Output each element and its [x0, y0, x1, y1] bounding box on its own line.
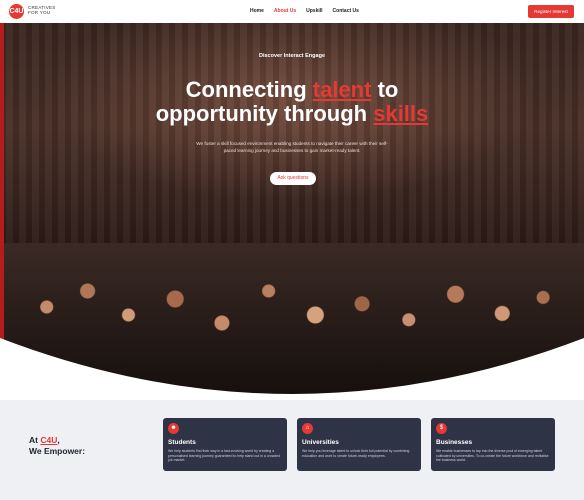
- main-menu: Home About Us Upskill Contact Us: [250, 8, 369, 14]
- card-description: We help students find their way in a fas…: [168, 449, 281, 463]
- register-interest-button[interactable]: Register Interest: [528, 5, 574, 18]
- card-students[interactable]: ☻ Students We help students find their w…: [163, 418, 287, 471]
- empower-title-brand: C4U: [40, 435, 58, 445]
- nav-upskill[interactable]: Upskill: [306, 8, 322, 14]
- headline-part-2: to: [371, 77, 399, 102]
- nav-about-us[interactable]: About Us: [274, 8, 296, 14]
- business-icon: $: [436, 423, 447, 434]
- student-icon: ☻: [168, 423, 179, 434]
- logo-line-2: FOR YOU: [28, 10, 51, 16]
- card-businesses[interactable]: $ Businesses We enable businesses to tap…: [431, 418, 555, 471]
- headline-part-1: Connecting: [185, 77, 313, 102]
- logo-icon[interactable]: C4U: [9, 4, 24, 19]
- headline-skills: skills: [373, 101, 429, 126]
- card-title: Universities: [302, 439, 339, 446]
- empower-title-line-2: We Empower:: [29, 446, 86, 456]
- nav-contact-us[interactable]: Contact Us: [333, 8, 359, 14]
- card-description: We enable businesses to tap into the div…: [436, 449, 549, 463]
- card-description: We help you leverage talent to unlock th…: [302, 449, 410, 458]
- hero-tagline: Discover Interact Engage: [258, 53, 326, 59]
- university-icon: ⌂: [302, 423, 313, 434]
- empower-title-prefix: At: [29, 435, 41, 445]
- empower-title: At C4U, We Empower:: [29, 435, 85, 457]
- ask-questions-button[interactable]: Ask questions: [270, 172, 316, 185]
- top-navbar: C4U CREATIVES FOR YOU Home About Us Upsk…: [0, 0, 584, 23]
- card-title: Businesses: [436, 439, 473, 446]
- logo-text[interactable]: CREATIVES FOR YOU: [28, 5, 56, 15]
- nav-home[interactable]: Home: [250, 8, 264, 14]
- hero-subtext: We foster a skill focused environment en…: [196, 141, 388, 153]
- empower-title-suffix: ,: [57, 435, 60, 445]
- hero-headline: Connecting talent to opportunity through…: [0, 78, 584, 126]
- card-title: Students: [168, 439, 196, 446]
- headline-part-3: opportunity through: [155, 101, 374, 126]
- hero-curve-divider: [0, 338, 584, 400]
- headline-talent: talent: [312, 77, 372, 102]
- card-universities[interactable]: ⌂ Universities We help you leverage tale…: [297, 418, 421, 471]
